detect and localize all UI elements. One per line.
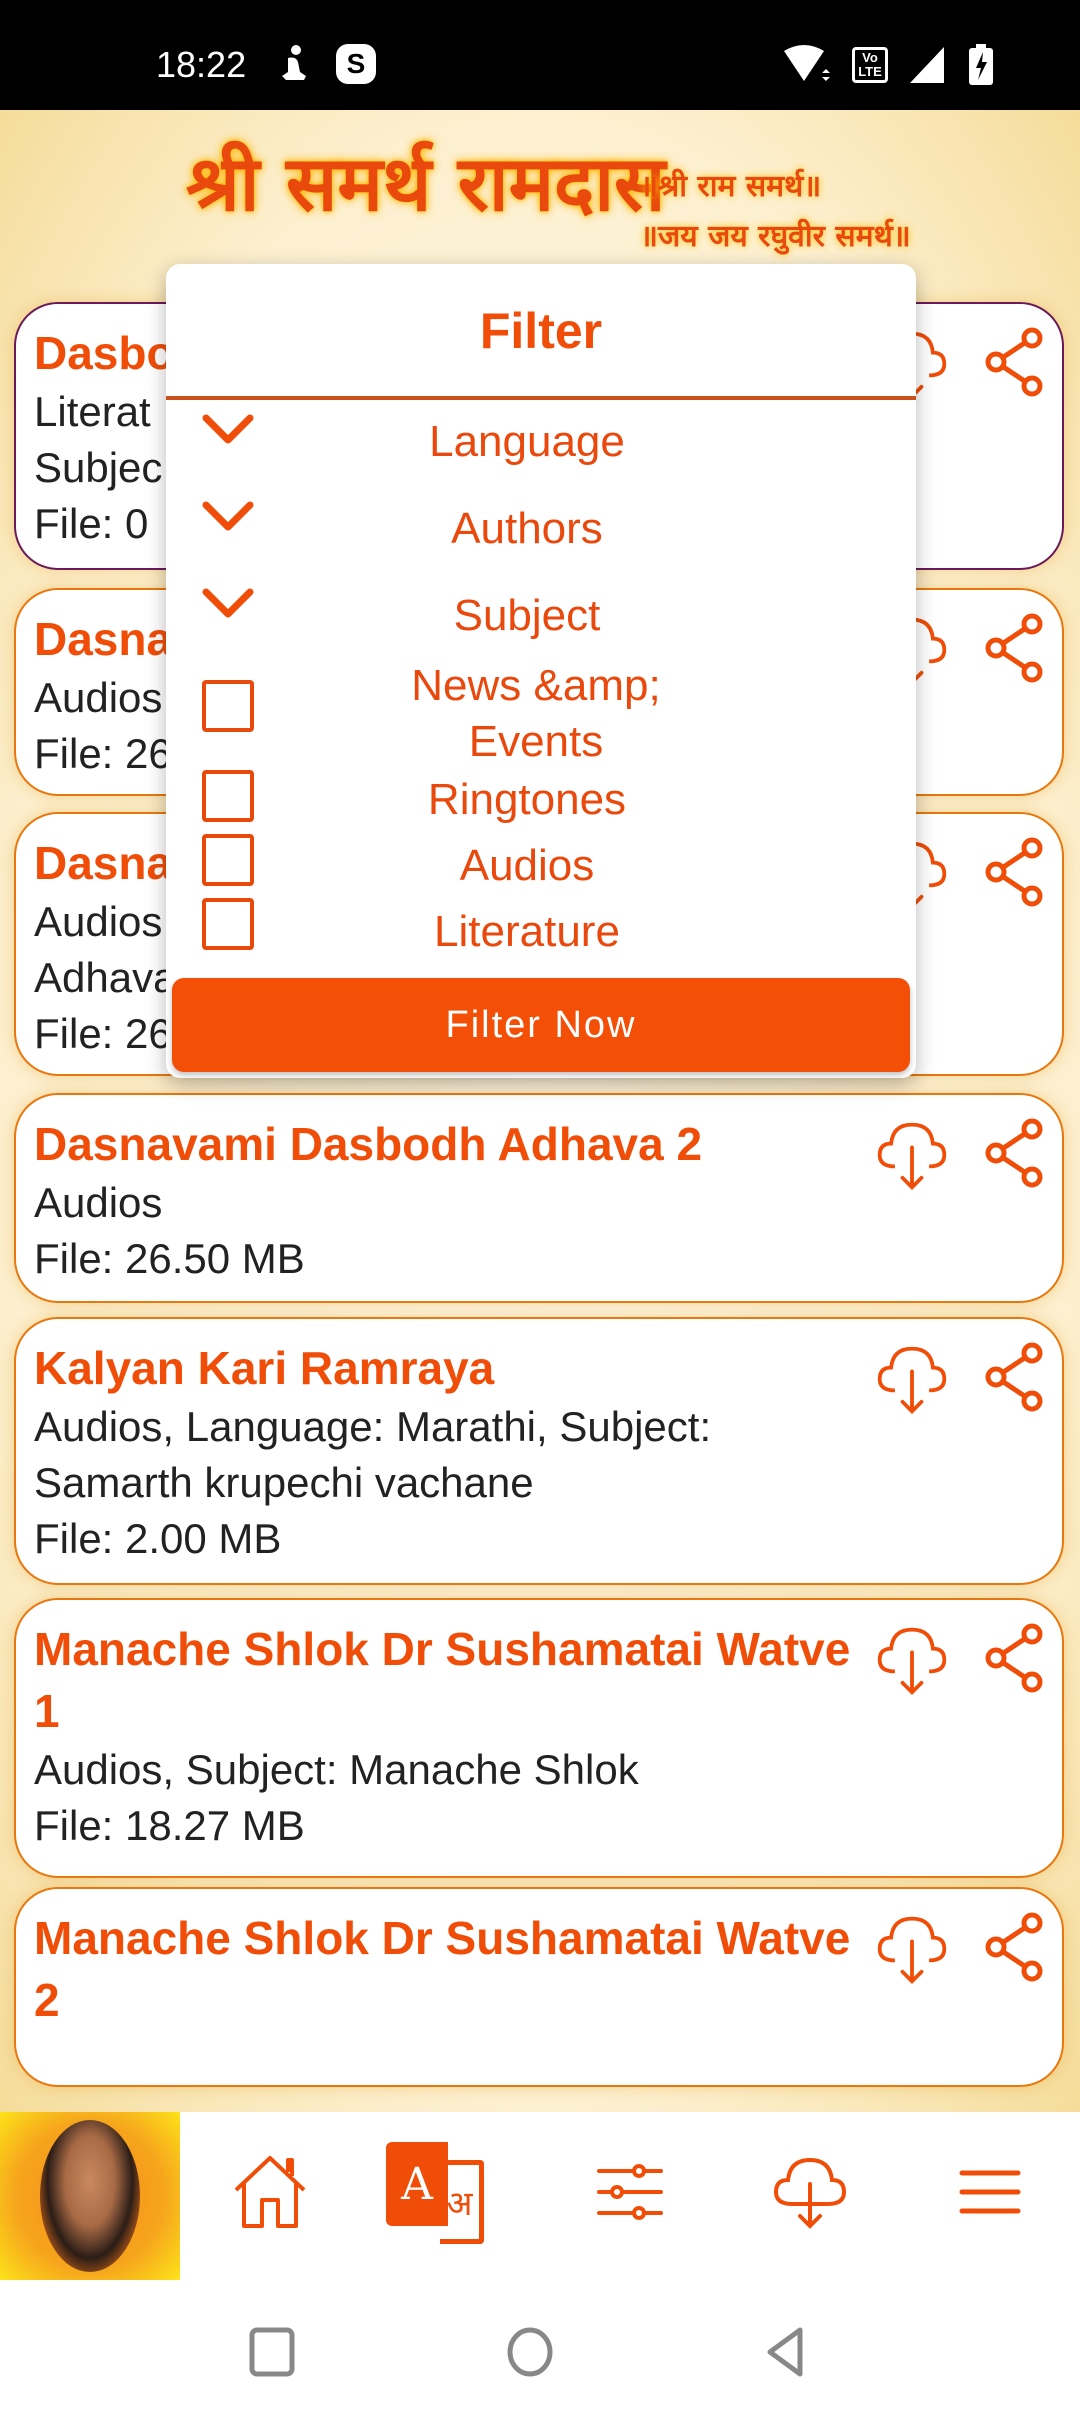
filter-title: Filter (479, 303, 603, 359)
status-right-icons: Vo LTE (782, 44, 994, 86)
news-events-checkbox[interactable] (202, 680, 254, 732)
ringtones-label: Ringtones (427, 775, 627, 824)
bottom-nav: A अ (0, 2112, 1080, 2282)
status-time: 18:22 (156, 44, 247, 85)
nav-home[interactable] (220, 2142, 320, 2242)
share-icon (985, 1623, 1043, 1693)
share-button[interactable] (982, 612, 1046, 693)
download-icon (773, 2157, 847, 2229)
download-button[interactable] (874, 1117, 950, 1198)
filter-sliders-icon (597, 2164, 663, 2220)
share-button[interactable] (982, 1622, 1046, 1703)
status-left-icons: S (278, 44, 376, 84)
share-icon (985, 327, 1043, 397)
translate-icon-latin: A (386, 2142, 448, 2226)
nav-downloads[interactable] (760, 2142, 860, 2242)
home-button[interactable] (500, 2322, 560, 2382)
item-actions (874, 1341, 1046, 1422)
download-button[interactable] (874, 1341, 950, 1422)
ringtones-checkbox[interactable] (202, 770, 254, 822)
item-meta: Audios (34, 1179, 163, 1226)
list-item[interactable]: Kalyan Kari Ramraya Audios, Language: Mar… (14, 1317, 1064, 1585)
chevron-down-icon (202, 501, 254, 531)
app-banner: श्री समर्थ रामदास ॥श्री राम समर्थ॥ ॥जय ज… (0, 110, 1080, 290)
recents-button[interactable] (242, 2322, 302, 2382)
menu-icon (959, 2170, 1021, 2214)
volte-label-top: Vo (862, 50, 878, 65)
item-actions (874, 1117, 1046, 1198)
audios-checkbox[interactable] (202, 834, 254, 886)
item-meta: Audios, Subject: Manache Shlok (34, 1746, 639, 1793)
item-actions (874, 1622, 1046, 1703)
translate-icon-devanagari: अ (440, 2160, 484, 2244)
nav-menu[interactable] (940, 2142, 1040, 2242)
item-file-size: File: 18.27 MB (34, 1802, 305, 1849)
back-triangle-icon (767, 2327, 803, 2377)
audios-label: Audios (459, 841, 595, 890)
chevron-down-icon (202, 588, 254, 618)
share-button[interactable] (982, 1117, 1046, 1198)
filter-now-button[interactable]: Filter Now (172, 978, 910, 1072)
share-icon (985, 1118, 1043, 1188)
signal-icon (910, 47, 944, 83)
filter-subject-label: Subject (453, 591, 601, 640)
share-button[interactable] (982, 326, 1046, 407)
share-icon (985, 1342, 1043, 1412)
share-button[interactable] (982, 1341, 1046, 1422)
list-item[interactable]: Dasnavami Dasbodh Adhava 2 Audios File: 26… (14, 1093, 1064, 1303)
cloud-download-icon (877, 1346, 947, 1414)
volte-icon: Vo LTE (852, 47, 888, 83)
chevron-down-icon (202, 414, 254, 444)
download-button[interactable] (874, 1911, 950, 1992)
download-button[interactable] (874, 1622, 950, 1703)
literature-label: Literature (434, 907, 620, 956)
banner-subtitle-1: ॥श्री राम समर्थ॥ (640, 169, 822, 204)
filter-language-label: Language (429, 417, 625, 466)
avatar[interactable] (0, 2112, 180, 2280)
literature-checkbox[interactable] (202, 898, 254, 950)
cloud-download-icon (877, 1627, 947, 1695)
accessibility-icon (282, 45, 306, 80)
nav-filter[interactable] (580, 2142, 680, 2242)
item-title: Kalyan Kari Ramraya (34, 1342, 495, 1394)
system-nav-bar (0, 2282, 1080, 2412)
battery-charging-icon (969, 44, 993, 85)
home-icon (234, 2156, 306, 2228)
home-circle-icon (507, 2327, 553, 2377)
item-actions (874, 1911, 1046, 1992)
skype-icon: S (336, 44, 376, 84)
filter-dialog: Filter Language Authors Subject News &am… (166, 264, 916, 1078)
banner-title: श्री समर्थ रामदास (186, 139, 666, 228)
volte-label-bottom: LTE (858, 64, 882, 79)
share-button[interactable] (982, 836, 1046, 917)
list-item[interactable]: Manache Shlok Dr Sushamatai Watve 1 Audio… (14, 1598, 1064, 1878)
cloud-download-icon (877, 1122, 947, 1190)
cloud-download-icon (877, 1916, 947, 1984)
item-file-size: File: 26.50 MB (34, 1235, 305, 1282)
share-icon (985, 613, 1043, 683)
item-title: Manache Shlok Dr Sushamatai Watve 1 (34, 1623, 851, 1737)
recents-icon (249, 2327, 295, 2377)
item-title: Dasnavami Dasbodh Adhava 2 (34, 1118, 703, 1170)
avatar-portrait (40, 2120, 140, 2272)
filter-header: Filter (166, 264, 916, 400)
banner-subtitle-2: ॥जय जय रघुवीर समर्थ॥ (640, 219, 911, 254)
nav-translate[interactable]: A अ (386, 2142, 486, 2246)
share-button[interactable] (982, 1911, 1046, 1992)
item-file-size: File: 2.00 MB (34, 1515, 282, 1562)
share-icon (985, 837, 1043, 907)
back-nav-button[interactable] (758, 2322, 818, 2382)
status-bar: 18:22 S Vo LTE (0, 0, 1080, 110)
item-title: Manache Shlok Dr Sushamatai Watve 2 (34, 1912, 851, 2026)
list-item[interactable]: Manache Shlok Dr Sushamatai Watve 2 (14, 1887, 1064, 2087)
item-meta: Samarth krupechi vachane (34, 1459, 534, 1506)
news-events-label: News &amp; Events (411, 661, 661, 766)
filter-authors-label: Authors (451, 504, 603, 553)
item-meta: Audios, Language: Marathi, Subject: (34, 1403, 712, 1450)
share-icon (985, 1912, 1043, 1982)
wifi-icon (784, 45, 830, 81)
